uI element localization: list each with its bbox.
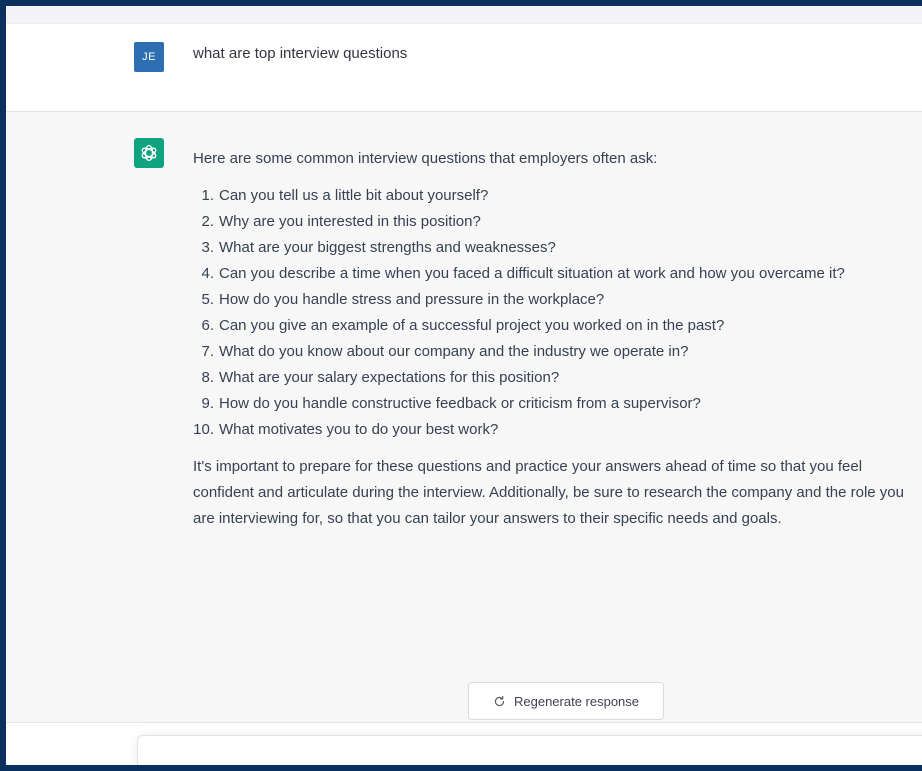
user-message-text: what are top interview questions bbox=[193, 45, 408, 62]
refresh-icon bbox=[494, 695, 505, 706]
list-item-text: What do you know about our company and t… bbox=[219, 343, 689, 360]
list-item: 9. How do you handle constructive feedbac… bbox=[193, 391, 918, 417]
regenerate-label: Regenerate response bbox=[513, 693, 640, 709]
list-item: 8. What are your salary expectations for … bbox=[193, 365, 918, 391]
app-window: JE what are top interview questions Here… bbox=[0, 0, 922, 771]
list-item-text: Why are you interested in this position? bbox=[219, 213, 481, 230]
regenerate-response-button[interactable]: Regenerate response bbox=[468, 682, 664, 720]
list-item-text: Can you give an example of a successful … bbox=[219, 317, 725, 334]
list-item-number: 9. bbox=[201, 395, 214, 412]
list-item-number: 2. bbox=[201, 213, 214, 230]
list-item-number: 5. bbox=[201, 291, 214, 308]
message-input[interactable] bbox=[137, 735, 922, 765]
list-item: 2. Why are you interested in this positio… bbox=[193, 209, 918, 235]
user-message-row: JE what are top interview questions bbox=[6, 24, 922, 112]
list-item-text: What are your salary expectations for th… bbox=[219, 369, 560, 386]
list-item: 10. What motivates you to do your best wo… bbox=[193, 417, 918, 443]
openai-logo-icon bbox=[134, 138, 164, 168]
question-list: 1. Can you tell us a little bit about you… bbox=[193, 183, 918, 443]
assistant-message: Here are some common interview questions… bbox=[193, 146, 918, 532]
user-avatar: JE bbox=[134, 42, 164, 72]
list-item: 6. Can you give an example of a successfu… bbox=[193, 313, 918, 339]
list-item-text: How do you handle constructive feedback … bbox=[219, 395, 701, 412]
list-item-number: 4. bbox=[201, 265, 214, 282]
top-strip bbox=[6, 6, 922, 24]
list-item: 1. Can you tell us a little bit about you… bbox=[193, 183, 918, 209]
list-item-number: 1. bbox=[201, 187, 214, 204]
list-item: 7. What do you know about our company and… bbox=[193, 339, 918, 365]
list-item-number: 6. bbox=[201, 317, 214, 334]
list-item-text: How do you handle stress and pressure in… bbox=[219, 291, 605, 308]
list-item-number: 8. bbox=[201, 369, 214, 386]
list-item: 5. How do you handle stress and pressure … bbox=[193, 287, 918, 313]
assistant-message-row: Here are some common interview questions… bbox=[6, 112, 922, 723]
list-item-text: What motivates you to do your best work? bbox=[219, 421, 499, 438]
list-item-number: 10. bbox=[193, 421, 214, 438]
list-item-number: 7. bbox=[201, 343, 214, 360]
list-item: 3. What are your biggest strengths and we… bbox=[193, 235, 918, 261]
list-item-text: Can you describe a time when you faced a… bbox=[219, 265, 845, 282]
input-area bbox=[6, 723, 922, 765]
assistant-intro: Here are some common interview questions… bbox=[193, 150, 658, 167]
list-item-text: What are your biggest strengths and weak… bbox=[219, 239, 556, 256]
list-item-number: 3. bbox=[201, 239, 214, 256]
assistant-outro: It's important to prepare for these ques… bbox=[193, 458, 904, 527]
list-item-text: Can you tell us a little bit about yours… bbox=[219, 187, 489, 204]
list-item: 4. Can you describe a time when you faced… bbox=[193, 261, 918, 287]
